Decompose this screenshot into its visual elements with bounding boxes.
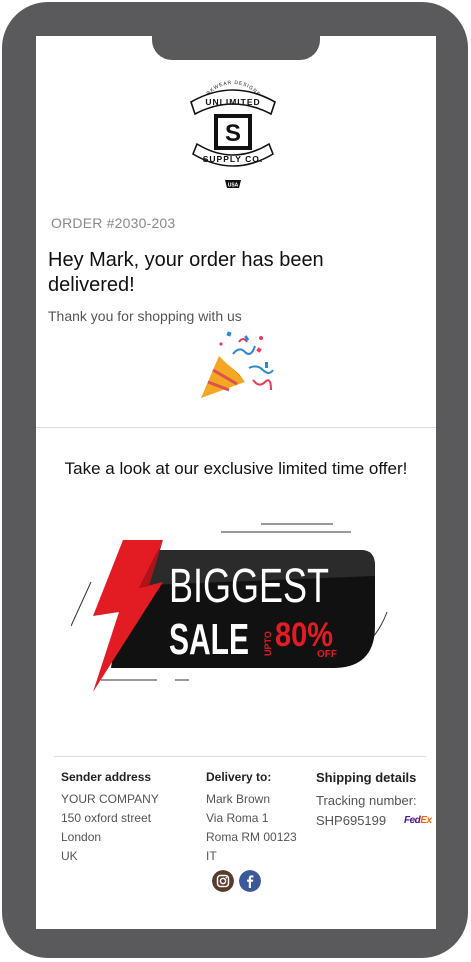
phone-notch	[152, 2, 320, 60]
svg-text:OFF: OFF	[317, 649, 337, 660]
party-popper-icon	[201, 331, 274, 398]
tracking-number[interactable]: SHP695199	[316, 813, 386, 828]
brand-logo: WORKWEAR DESIGNERS UNLIMITED S SUPPLY CO…	[190, 80, 276, 189]
sender-line: 150 oxford street	[61, 811, 152, 825]
svg-text:SALE: SALE	[169, 615, 249, 664]
svg-text:SUPPLY CO.: SUPPLY CO.	[203, 154, 264, 164]
delivery-line: IT	[206, 849, 217, 863]
svg-text:UNLIMITED: UNLIMITED	[205, 97, 260, 107]
facebook-icon[interactable]	[239, 870, 261, 892]
shipping-details-title: Shipping details	[316, 770, 417, 785]
email-screen: WORKWEAR DESIGNERS UNLIMITED S SUPPLY CO…	[36, 36, 436, 929]
delivery-line: Via Roma 1	[206, 811, 269, 825]
fedex-logo: FedEx	[404, 815, 432, 826]
delivery-to-title: Delivery to:	[206, 770, 272, 784]
sender-address-title: Sender address	[61, 770, 152, 784]
svg-text:S: S	[225, 120, 241, 147]
footer-divider	[54, 756, 426, 757]
offer-title: Take a look at our exclusive limited tim…	[64, 459, 408, 478]
delivery-line: Mark Brown	[206, 792, 271, 806]
instagram-icon[interactable]	[212, 870, 234, 892]
svg-text:USA: USA	[228, 183, 239, 189]
sale-banner[interactable]: BIGGEST SALE UPTO 80% OFF	[71, 516, 391, 696]
sender-line: YOUR COMPANY	[61, 792, 159, 806]
order-number: ORDER #2030-203	[51, 215, 176, 231]
thanks-message: Thank you for shopping with us	[48, 308, 242, 324]
phone-frame: WORKWEAR DESIGNERS UNLIMITED S SUPPLY CO…	[2, 2, 468, 958]
sender-line: UK	[61, 849, 78, 863]
sender-line: London	[61, 830, 102, 844]
svg-text:UPTO: UPTO	[263, 631, 273, 656]
delivery-line: Roma RM 00123	[206, 830, 297, 844]
svg-text:BIGGEST: BIGGEST	[169, 560, 329, 613]
tracking-label: Tracking number:	[316, 793, 417, 808]
delivered-headline: Hey Mark, your order has been delivered!	[48, 249, 324, 296]
section-divider	[36, 427, 436, 428]
